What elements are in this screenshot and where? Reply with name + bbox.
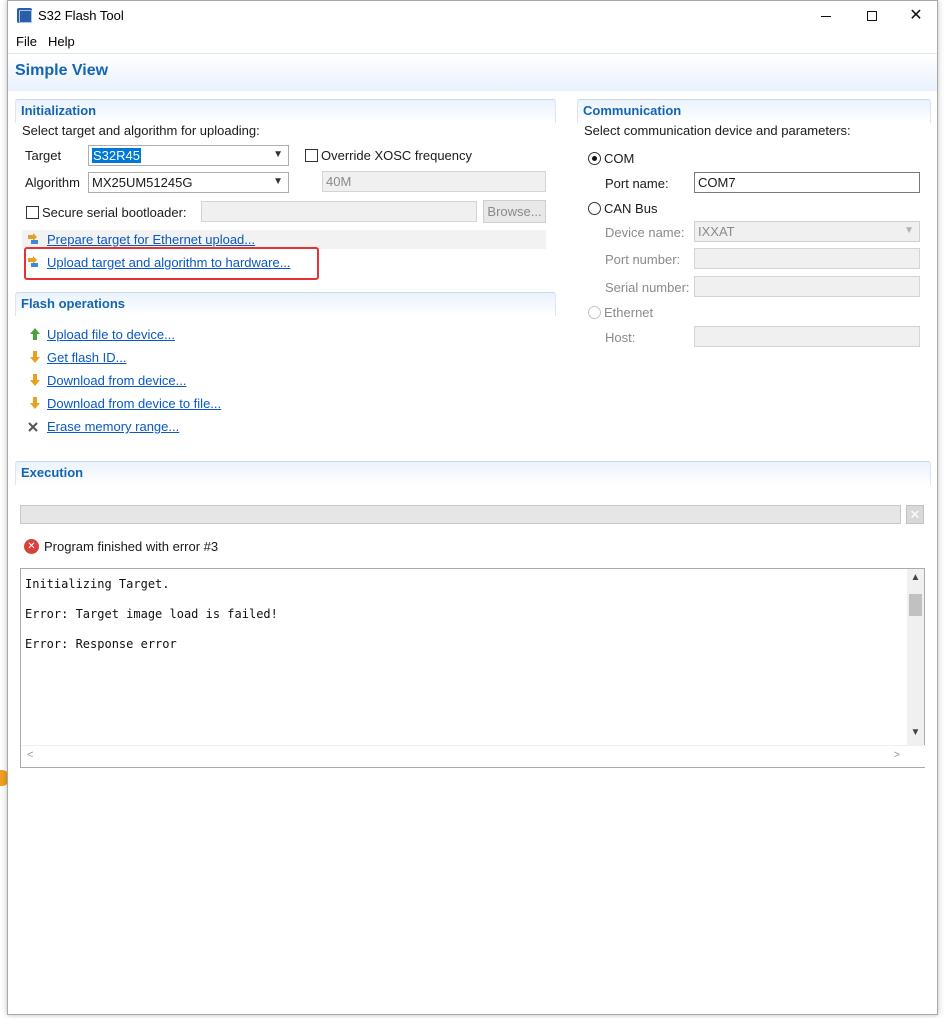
- get-flash-id-link[interactable]: Get flash ID...: [47, 350, 126, 365]
- maximize-icon: [867, 11, 877, 21]
- override-xosc-checkbox[interactable]: [305, 149, 318, 162]
- communication-title: Communication: [583, 103, 682, 118]
- secure-bootloader-path-input[interactable]: [201, 201, 477, 222]
- arrow-down-icon: [30, 397, 40, 409]
- port-number-input[interactable]: [694, 248, 920, 269]
- menu-file[interactable]: File: [16, 34, 37, 49]
- host-label: Host:: [605, 330, 636, 345]
- can-bus-radio[interactable]: [588, 202, 601, 215]
- browse-button[interactable]: Browse...: [483, 200, 546, 223]
- console-log[interactable]: Initializing Target. Error: Target image…: [20, 568, 926, 768]
- arrow-down-icon: [30, 351, 40, 363]
- port-name-label: Port name:: [605, 176, 669, 191]
- view-title: Simple View: [15, 62, 109, 79]
- flash-tool-window: S32 Flash Tool ✕ File Help Simple View I…: [7, 0, 938, 1015]
- horizontal-scrollbar[interactable]: < >: [21, 745, 926, 767]
- secure-bootloader-label: Secure serial bootloader:: [42, 205, 187, 220]
- title-bar[interactable]: S32 Flash Tool ✕: [8, 1, 937, 31]
- app-logo-icon: [17, 8, 32, 23]
- simple-view-header: Simple View: [8, 53, 937, 91]
- target-value: S32R45: [92, 148, 141, 163]
- target-label: Target: [25, 148, 62, 163]
- target-select[interactable]: S32R45 ▼: [88, 145, 289, 166]
- device-name-label: Device name:: [605, 225, 685, 240]
- algorithm-value: MX25UM51245G: [92, 175, 193, 190]
- can-bus-label: CAN Bus: [604, 201, 658, 216]
- serial-number-label: Serial number:: [605, 280, 690, 295]
- close-icon: ✕: [909, 7, 923, 24]
- communication-header[interactable]: Communication: [577, 99, 931, 123]
- execution-status: Program finished with error #3: [44, 539, 219, 554]
- cancel-icon: ✕: [909, 507, 921, 522]
- window-title: S32 Flash Tool: [38, 8, 124, 23]
- scrollbar-thumb[interactable]: [909, 594, 922, 616]
- port-name-value: COM7: [698, 175, 736, 190]
- communication-description: Select communication device and paramete…: [584, 123, 851, 138]
- download-device-link[interactable]: Download from device...: [47, 373, 186, 388]
- ethernet-radio[interactable]: [588, 306, 601, 319]
- progress-bar: [20, 505, 901, 524]
- menu-help[interactable]: Help: [48, 34, 75, 49]
- scroll-right-icon[interactable]: >: [894, 749, 900, 761]
- erase-memory-link[interactable]: Erase memory range...: [47, 419, 179, 434]
- prepare-upload-icon: [28, 233, 38, 244]
- chevron-down-icon: ▼: [273, 149, 283, 160]
- execution-header[interactable]: Execution: [15, 461, 931, 485]
- flash-operations-header[interactable]: Flash operations: [15, 292, 556, 316]
- algorithm-select[interactable]: MX25UM51245G ▼: [88, 172, 289, 193]
- serial-number-input[interactable]: [694, 276, 920, 297]
- host-input[interactable]: [694, 326, 920, 347]
- override-xosc-label: Override XOSC frequency: [321, 148, 473, 163]
- xosc-frequency-value: 40M: [326, 174, 352, 189]
- initialization-title: Initialization: [21, 103, 97, 118]
- com-label: COM: [604, 151, 635, 166]
- device-name-value: IXXAT: [698, 224, 735, 239]
- close-button[interactable]: ✕: [893, 1, 939, 31]
- download-device-to-file-link[interactable]: Download from device to file...: [47, 396, 221, 411]
- scroll-left-icon[interactable]: <: [27, 749, 33, 761]
- device-name-select[interactable]: IXXAT ▼: [694, 221, 920, 242]
- execution-title: Execution: [21, 465, 84, 480]
- secure-bootloader-checkbox[interactable]: [26, 206, 39, 219]
- scroll-down-icon[interactable]: ▼: [907, 727, 924, 738]
- arrow-down-icon: [30, 374, 40, 386]
- scroll-up-icon[interactable]: ▲: [907, 572, 924, 583]
- maximize-button[interactable]: [849, 1, 895, 31]
- arrow-up-icon: [30, 328, 40, 340]
- log-line: Error: Target image load is failed!: [25, 607, 278, 621]
- initialization-header[interactable]: Initialization: [15, 99, 556, 123]
- vertical-scrollbar[interactable]: ▲ ▼: [907, 569, 924, 745]
- ethernet-label: Ethernet: [604, 305, 654, 320]
- menu-bar: File Help: [8, 32, 937, 52]
- log-line: Initializing Target.: [25, 577, 170, 591]
- xosc-frequency-input[interactable]: 40M: [322, 171, 546, 192]
- port-name-input[interactable]: COM7: [694, 172, 920, 193]
- chevron-down-icon: ▼: [904, 225, 914, 236]
- error-icon: ✕: [24, 539, 39, 554]
- initialization-description: Select target and algorithm for uploadin…: [22, 123, 260, 138]
- log-line: Error: Response error: [25, 637, 177, 651]
- erase-icon: [28, 422, 38, 432]
- algorithm-label: Algorithm: [25, 175, 80, 190]
- highlight-annotation: [24, 247, 319, 280]
- com-radio[interactable]: [588, 152, 601, 165]
- port-number-label: Port number:: [605, 252, 681, 267]
- cancel-execution-button[interactable]: ✕: [906, 505, 924, 524]
- minimize-icon: [821, 15, 831, 17]
- minimize-button[interactable]: [803, 1, 849, 31]
- chevron-down-icon: ▼: [273, 176, 283, 187]
- flash-operations-title: Flash operations: [21, 296, 126, 311]
- prepare-ethernet-link[interactable]: Prepare target for Ethernet upload...: [47, 232, 255, 247]
- upload-file-link[interactable]: Upload file to device...: [47, 327, 175, 342]
